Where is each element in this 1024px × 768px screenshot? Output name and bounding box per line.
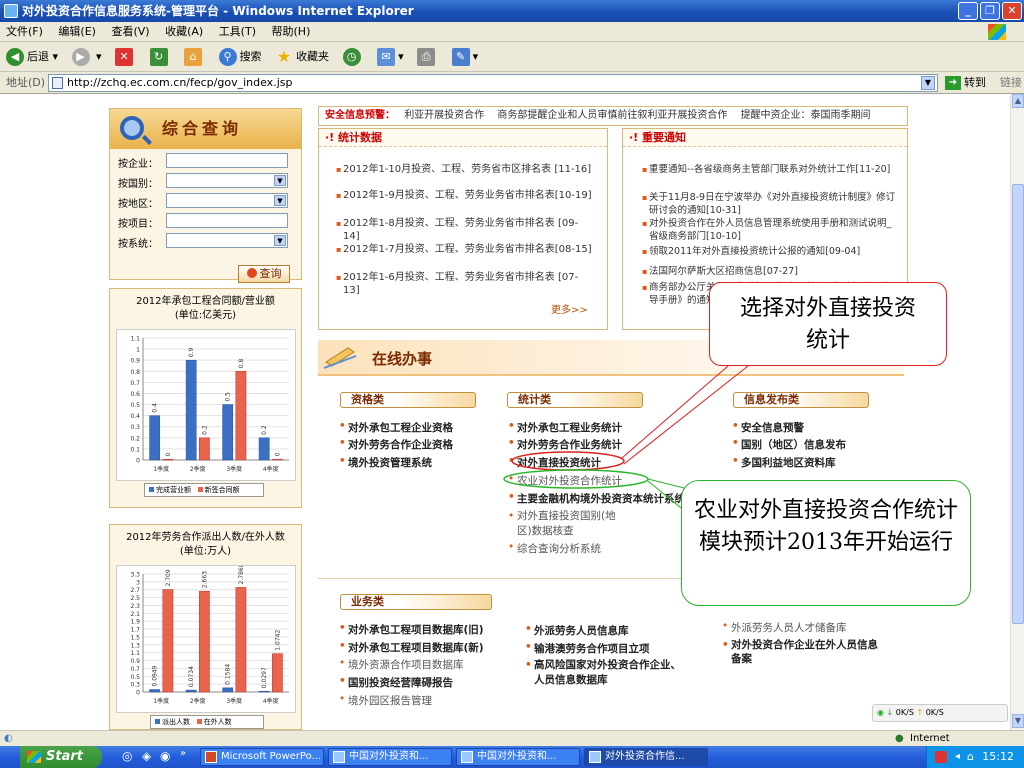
callout-red-text: 选择对外直接投资统计 bbox=[739, 296, 916, 353]
quicklaunch-browser-icon[interactable]: ◉ bbox=[160, 749, 170, 763]
globe-icon: ● bbox=[895, 733, 904, 744]
system-tray: ◂ ⌂ 15:12 bbox=[926, 746, 1024, 768]
task-label: 对外投资合作信... bbox=[605, 751, 685, 762]
speed-logo-icon: ◉ bbox=[877, 708, 884, 717]
callout-red: 选择对外直接投资统计 bbox=[709, 282, 947, 366]
security-zone: Internet bbox=[910, 733, 950, 744]
scroll-thumb[interactable] bbox=[1012, 184, 1024, 624]
taskbar: Start ◎ ◈ ◉ » Microsoft PowerPo... 中国对外投… bbox=[0, 746, 1024, 768]
highlight-ellipse-green bbox=[503, 469, 649, 489]
link-biz-col1[interactable]: 国别投资经营障碍报告 bbox=[339, 675, 453, 690]
quicklaunch-app-icon[interactable]: ◈ bbox=[142, 749, 151, 763]
link-biz-col2[interactable]: 高风险国家对外投资合作企业、人员信息数据库 bbox=[525, 658, 684, 688]
callout-line-red-1 bbox=[621, 365, 729, 459]
task-label: 中国对外投资和... bbox=[477, 751, 557, 762]
link-biz-col3[interactable]: 外派劳务人员人才储备库 bbox=[722, 620, 846, 635]
start-label: Start bbox=[46, 749, 83, 764]
task-powerpoint[interactable]: Microsoft PowerPo... bbox=[200, 748, 324, 766]
clock: 15:12 bbox=[982, 750, 1014, 763]
task-label: 中国对外投资和... bbox=[349, 751, 429, 762]
ie-icon bbox=[461, 751, 473, 763]
scroll-down-icon[interactable]: ▼ bbox=[1012, 714, 1024, 728]
windows-flag-icon bbox=[27, 751, 41, 763]
callout-line-red-2 bbox=[623, 365, 749, 465]
ie-status-icon: ◐ bbox=[4, 733, 13, 744]
task-ie-1[interactable]: 中国对外投资和... bbox=[328, 748, 452, 766]
link-biz-col2[interactable]: 外派劳务人员信息库 bbox=[525, 623, 628, 638]
highlight-ellipse-red bbox=[511, 451, 625, 471]
tray-app-icon[interactable] bbox=[935, 751, 947, 763]
download-speed: 0K/S bbox=[895, 708, 914, 717]
powerpoint-icon bbox=[205, 751, 217, 763]
callout-green-text: 农业对外直接投资合作统计模块预计2013年开始运行 bbox=[694, 498, 959, 555]
down-arrow-icon: ↓ bbox=[886, 708, 894, 717]
link-biz-col1[interactable]: 境外资源合作项目数据库 bbox=[339, 657, 463, 672]
ie-icon bbox=[589, 751, 601, 763]
start-button[interactable]: Start bbox=[20, 746, 102, 768]
task-label: Microsoft PowerPo... bbox=[221, 751, 322, 762]
quicklaunch-more-icon[interactable]: » bbox=[180, 748, 186, 759]
scroll-up-icon[interactable]: ▲ bbox=[1012, 94, 1024, 108]
link-biz-col1[interactable]: 对外承包工程项目数据库(旧) bbox=[339, 622, 484, 637]
link-biz-col2[interactable]: 输港澳劳务合作项目立项 bbox=[525, 641, 649, 656]
task-ie-2[interactable]: 中国对外投资和... bbox=[456, 748, 580, 766]
link-biz-col1[interactable]: 对外承包工程项目数据库(新) bbox=[339, 640, 484, 655]
link-biz-col3[interactable]: 对外投资合作企业在外人员信息备案 bbox=[722, 638, 881, 666]
upload-speed: 0K/S bbox=[925, 708, 944, 717]
category-business: 业务类 bbox=[340, 594, 492, 610]
tray-arrow-icon[interactable]: ◂ bbox=[955, 746, 960, 768]
vertical-scrollbar[interactable]: ▲ ▼ bbox=[1010, 94, 1024, 730]
callout-green: 农业对外直接投资合作统计模块预计2013年开始运行 bbox=[681, 480, 971, 606]
ie-icon bbox=[333, 751, 345, 763]
link-biz-col1[interactable]: 境外园区报告管理 bbox=[339, 693, 432, 708]
up-arrow-icon: ↑ bbox=[916, 708, 924, 717]
task-ie-3[interactable]: 对外投资合作信... bbox=[584, 748, 708, 766]
tray-network-icon[interactable]: ⌂ bbox=[967, 746, 974, 768]
quicklaunch-ie-icon[interactable]: ◎ bbox=[122, 749, 132, 763]
speed-widget: ◉ ↓ 0K/S ↑ 0K/S bbox=[872, 704, 1008, 722]
status-bar: ◐ ● Internet bbox=[0, 730, 1024, 746]
